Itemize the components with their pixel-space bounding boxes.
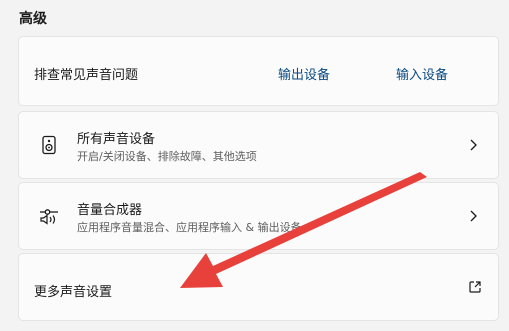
chevron-right-icon bbox=[470, 139, 477, 151]
volume-mixer-icon bbox=[40, 209, 58, 225]
section-title: 高级 bbox=[19, 11, 47, 27]
volume-mixer-subtitle: 应用程序音量混合、应用程序输入 & 输出设备 bbox=[77, 221, 302, 234]
output-device-link[interactable]: 输出设备 bbox=[278, 64, 330, 83]
more-sound-settings-row[interactable]: 更多声音设置 bbox=[18, 253, 499, 321]
all-sound-devices-subtitle: 开启/关闭设备、排除故障、其他选项 bbox=[77, 150, 257, 163]
more-sound-settings-label: 更多声音设置 bbox=[34, 285, 113, 300]
volume-mixer-title: 音量合成器 bbox=[77, 203, 143, 218]
all-sound-devices-title: 所有声音设备 bbox=[77, 132, 156, 147]
troubleshoot-card: 排查常见声音问题 输出设备 输入设备 bbox=[18, 36, 499, 106]
all-sound-devices-row[interactable]: 所有声音设备 开启/关闭设备、排除故障、其他选项 bbox=[18, 111, 499, 179]
speaker-icon bbox=[42, 135, 56, 155]
troubleshoot-label: 排查常见声音问题 bbox=[34, 68, 139, 83]
volume-mixer-row[interactable]: 音量合成器 应用程序音量混合、应用程序输入 & 输出设备 bbox=[18, 182, 499, 250]
chevron-right-icon bbox=[470, 210, 477, 222]
open-external-icon bbox=[469, 281, 481, 293]
input-device-link[interactable]: 输入设备 bbox=[396, 64, 448, 83]
